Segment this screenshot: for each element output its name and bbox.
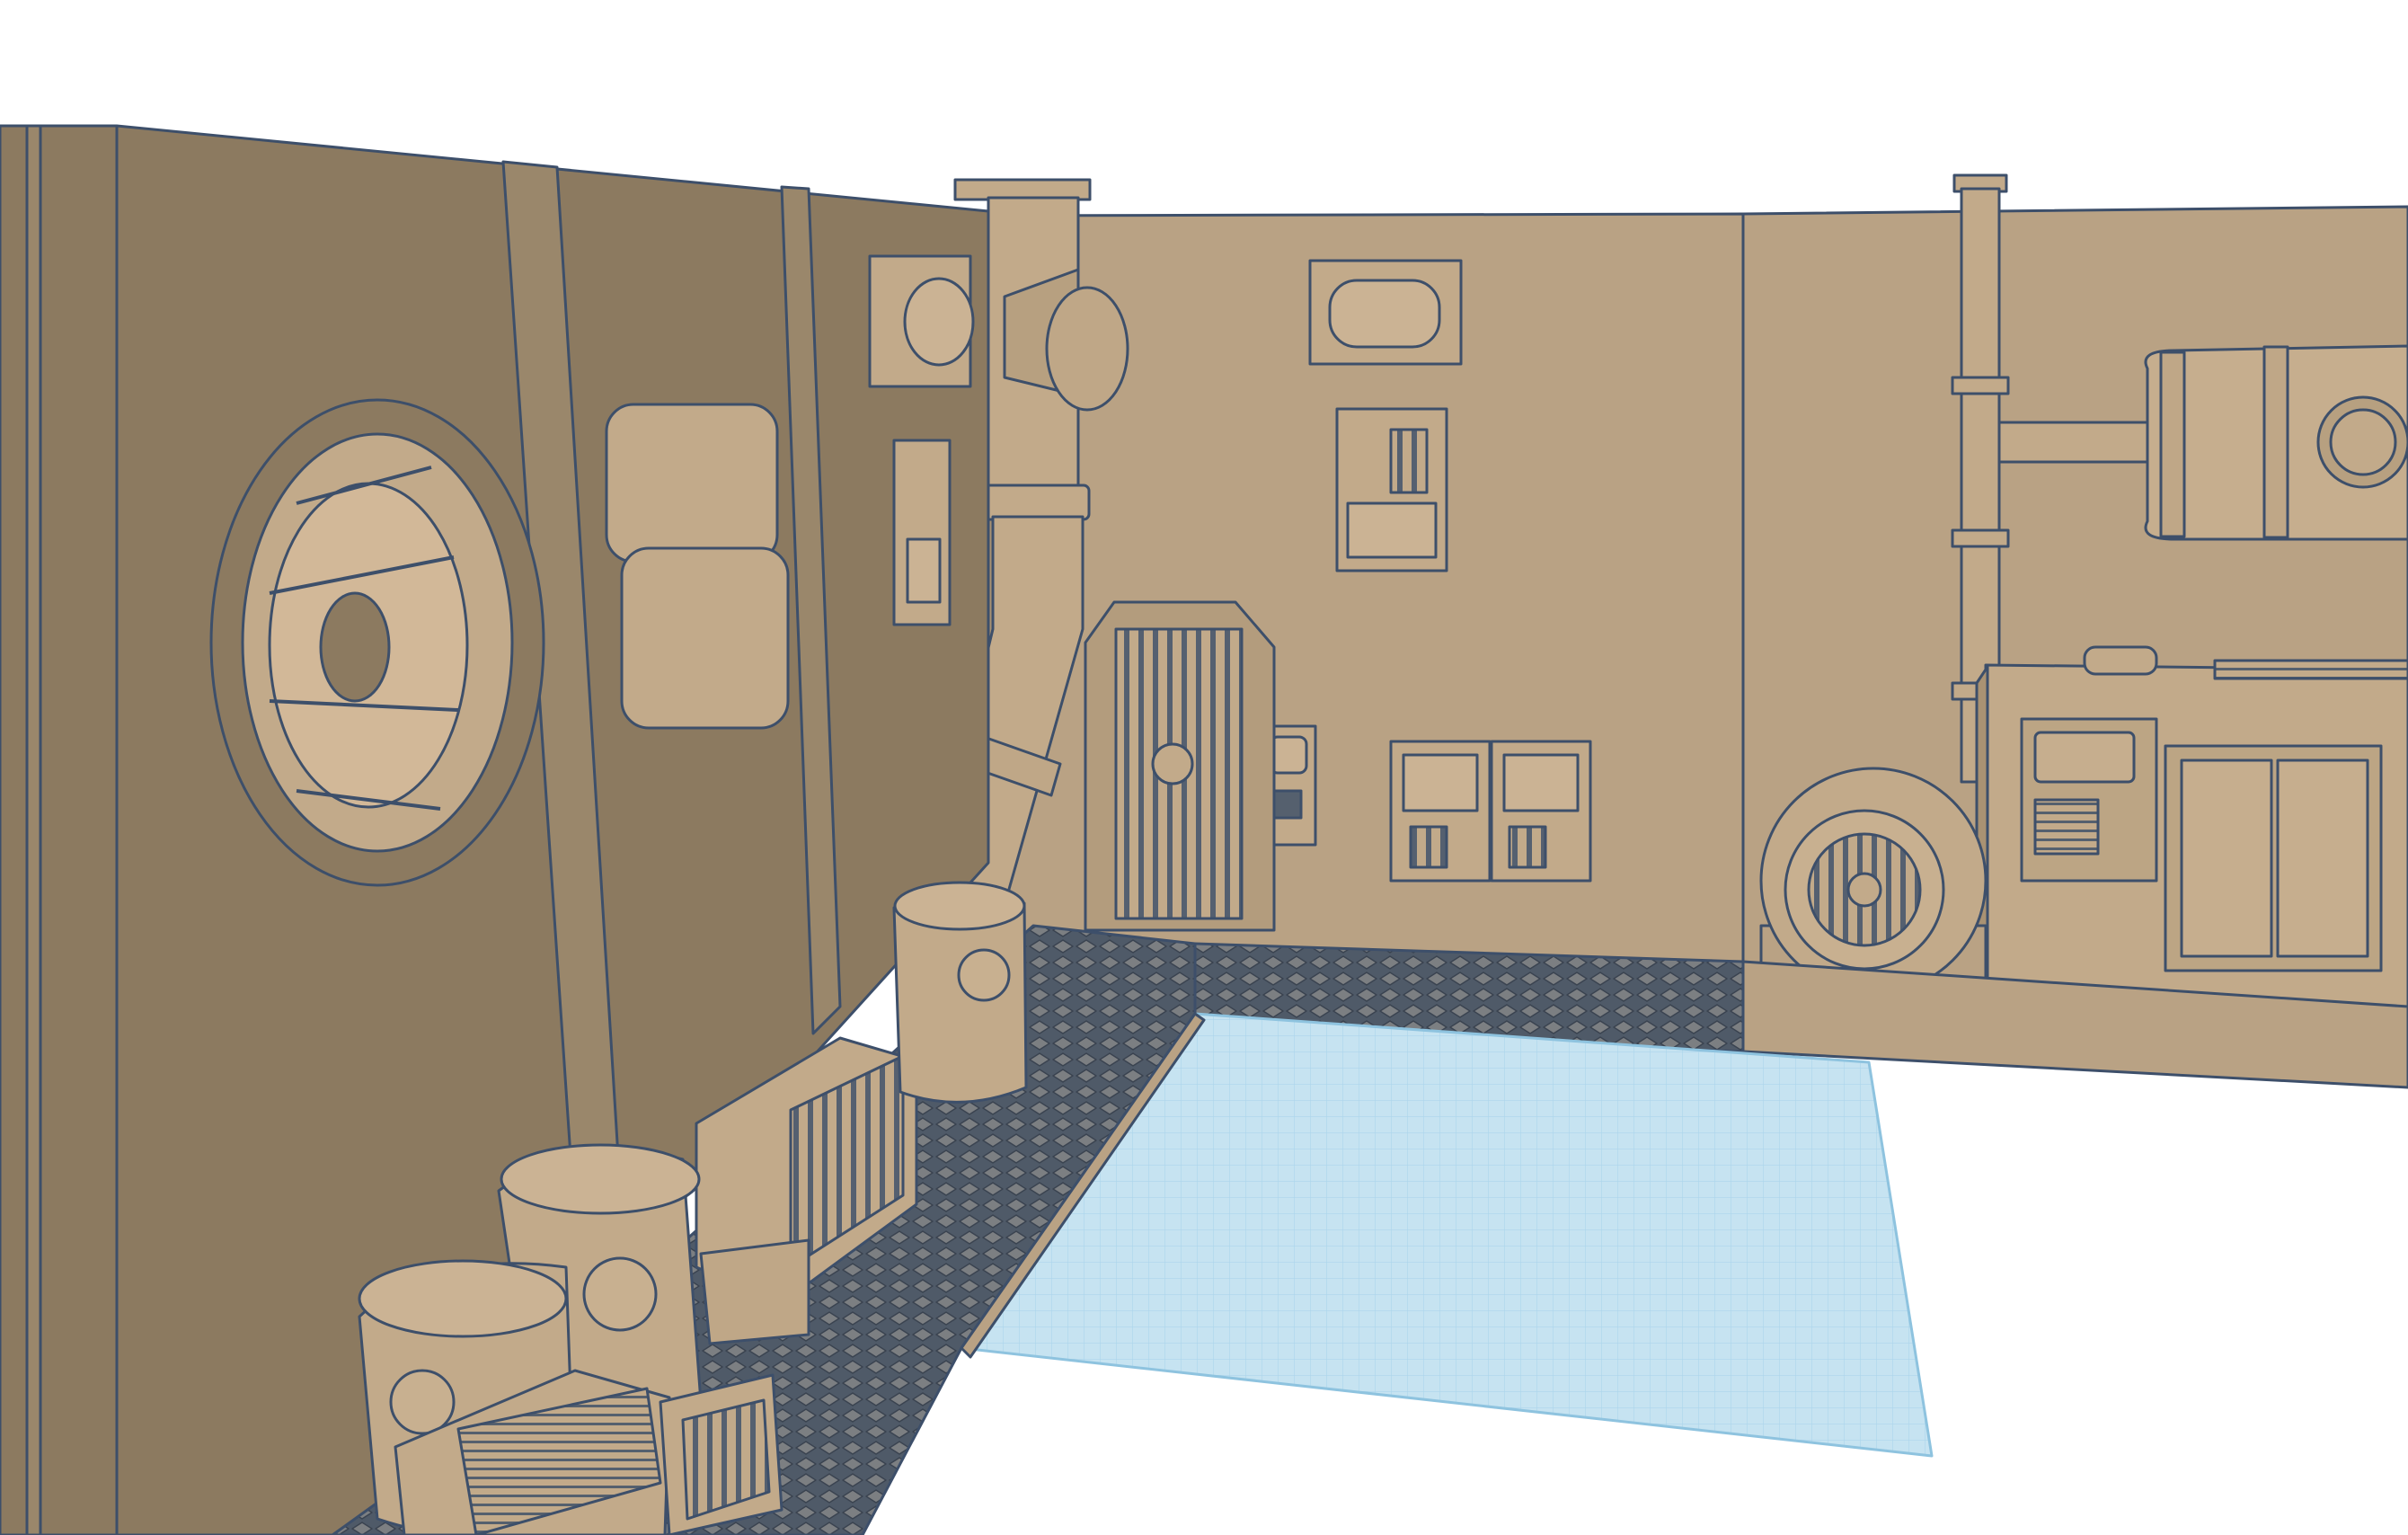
machine-console[interactable]	[1975, 645, 2408, 1031]
riveted-door[interactable]	[1084, 600, 1276, 932]
gear-vent[interactable]	[209, 398, 545, 887]
padded-panels[interactable]	[605, 403, 790, 730]
ventilation-fan[interactable]	[1759, 767, 1987, 995]
3d-viewport[interactable]	[0, 0, 2408, 1535]
